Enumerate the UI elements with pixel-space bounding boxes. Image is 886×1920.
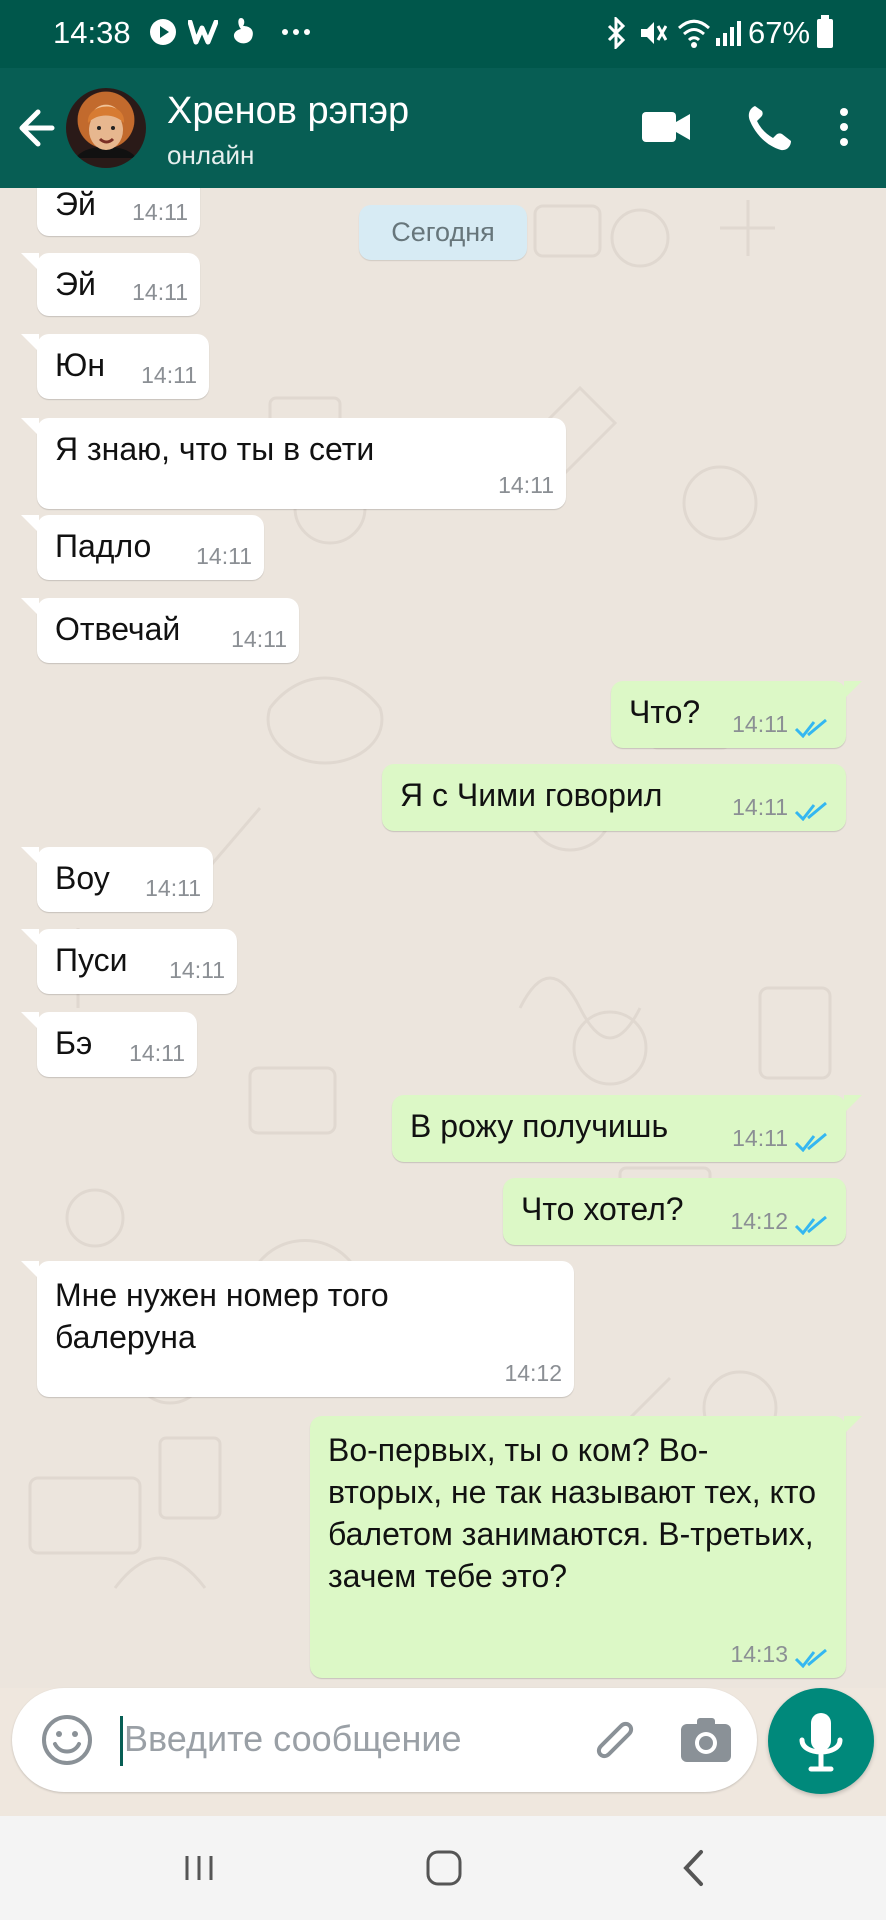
message-time: 14:11 <box>498 472 554 498</box>
play-icon <box>150 19 176 45</box>
message-bubble[interactable]: Мне нужен номер того балеруна 14:12 <box>21 1261 574 1397</box>
message-time: 14:11 <box>145 875 201 901</box>
message-bubble[interactable]: Что хотел? 14:12 <box>503 1178 846 1245</box>
message-text: Пуси <box>55 942 128 978</box>
message-bubble[interactable]: Я с Чими говорил 14:11 <box>382 764 846 831</box>
message-time: 14:11 <box>732 711 788 737</box>
emoji-icon[interactable] <box>40 1713 94 1767</box>
read-ticks-icon <box>794 1215 827 1235</box>
read-ticks-icon <box>794 1132 827 1152</box>
message-bubble[interactable]: Что? 14:11 <box>611 681 862 748</box>
message-time: 14:11 <box>196 543 252 569</box>
w-icon <box>188 20 218 45</box>
back-icon[interactable] <box>674 1847 714 1889</box>
message-bubble[interactable]: Эй 14:11 <box>37 188 200 236</box>
battery-icon <box>817 15 833 48</box>
message-bubble[interactable]: Эй 14:11 <box>21 253 200 316</box>
message-text: Юн <box>55 347 105 383</box>
back-arrow-icon[interactable] <box>14 98 60 158</box>
recent-apps-icon[interactable] <box>179 1848 219 1888</box>
message-bubble[interactable]: Падло 14:11 <box>21 515 264 580</box>
message-text: Я знаю, что ты в сети <box>55 431 375 467</box>
message-input[interactable]: Введите сообщение <box>124 1718 462 1760</box>
battery-percent: 67% <box>748 15 811 50</box>
message-time: 14:11 <box>169 957 225 983</box>
video-call-icon[interactable] <box>640 98 694 156</box>
message-bubble[interactable]: Воу 14:11 <box>21 847 213 912</box>
signal-icon <box>716 21 741 46</box>
mute-icon <box>641 22 667 44</box>
message-time: 14:13 <box>730 1641 788 1667</box>
text-cursor <box>120 1716 123 1766</box>
avatar-image-icon <box>76 106 136 158</box>
message-time: 14:11 <box>732 1125 788 1151</box>
contact-status: онлайн <box>167 140 255 170</box>
navigation-bar <box>0 1816 886 1920</box>
status-time: 14:38 <box>53 15 131 50</box>
hand-icon <box>233 18 253 44</box>
wifi-icon <box>677 19 711 48</box>
bluetooth-icon <box>607 17 626 49</box>
message-bubble[interactable]: Юн 14:11 <box>21 334 209 399</box>
message-text: Воу <box>55 860 110 896</box>
message-text: Мне нужен номер того балеруна <box>55 1277 389 1355</box>
message-time: 14:11 <box>141 362 197 388</box>
camera-icon[interactable] <box>677 1712 735 1768</box>
message-bubble[interactable]: Во-первых, ты о ком? Во-вторых, не так н… <box>310 1416 862 1678</box>
message-bubble[interactable]: Отвечай 14:11 <box>21 598 299 663</box>
message-composer[interactable]: Введите сообщение <box>12 1688 757 1792</box>
message-text: В рожу получишь <box>410 1108 669 1144</box>
menu-icon[interactable] <box>832 98 856 156</box>
message-bubble[interactable]: В рожу получишь 14:11 <box>392 1095 862 1162</box>
status-bar: 14:38 67% <box>0 0 886 68</box>
chat-header: Хренов рэпэр онлайн <box>0 68 886 188</box>
read-ticks-icon <box>794 1648 827 1668</box>
message-text: Что хотел? <box>521 1191 684 1227</box>
phone-call-icon[interactable] <box>742 98 792 156</box>
chat-area[interactable]: Сегодня Эй 14:11 Эй 14:11 Юн 14:11 Я зна… <box>0 188 886 1688</box>
message-text: Эй <box>55 266 96 302</box>
message-text: Эй <box>55 188 96 222</box>
message-text: Во-первых, ты о ком? Во-вторых, не так н… <box>328 1432 816 1594</box>
message-text: Бэ <box>55 1025 93 1061</box>
home-icon[interactable] <box>422 1847 466 1889</box>
message-time: 14:12 <box>730 1208 788 1234</box>
message-time: 14:11 <box>732 794 788 820</box>
message-time: 14:11 <box>129 1040 185 1066</box>
message-time: 14:11 <box>231 626 287 652</box>
date-separator: Сегодня <box>359 205 527 260</box>
message-text: Отвечай <box>55 611 181 647</box>
message-time: 14:11 <box>132 199 188 225</box>
avatar[interactable] <box>66 88 146 168</box>
message-text: Падло <box>55 528 152 564</box>
message-time: 14:12 <box>504 1360 562 1386</box>
attach-icon[interactable] <box>587 1712 643 1768</box>
message-bubble[interactable]: Я знаю, что ты в сети 14:11 <box>21 418 566 509</box>
read-ticks-icon <box>794 718 827 738</box>
read-ticks-icon <box>794 801 827 821</box>
more-icon <box>282 29 310 35</box>
message-text: Что? <box>629 694 701 730</box>
message-bubble[interactable]: Пуси 14:11 <box>21 929 237 994</box>
microphone-icon <box>799 1713 843 1772</box>
microphone-button[interactable] <box>768 1688 874 1794</box>
contact-name[interactable]: Хренов рэпэр <box>167 90 409 133</box>
message-bubble[interactable]: Бэ 14:11 <box>21 1012 197 1077</box>
message-text: Я с Чими говорил <box>400 777 663 813</box>
message-time: 14:11 <box>132 279 188 305</box>
